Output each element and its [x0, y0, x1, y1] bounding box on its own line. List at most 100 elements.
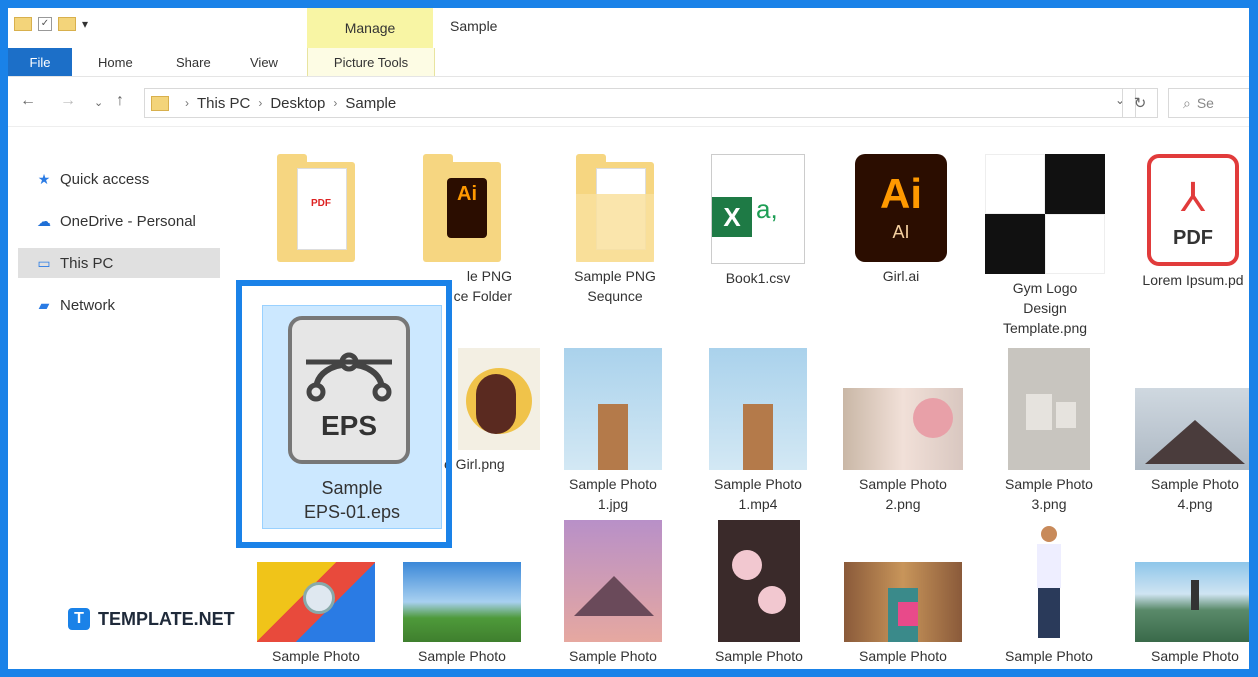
volcano-photo-thumbnail	[564, 520, 662, 642]
file-item[interactable]: X a, Book1.csv	[698, 154, 818, 288]
file-label: Sample Photo 1.mp4	[714, 476, 802, 512]
file-item[interactable]: ⅄ PDF Lorem Ipsum.pd	[1128, 154, 1249, 290]
file-label: Gym Logo Design Template.png	[1002, 280, 1088, 336]
search-input[interactable]: ⌕ Se	[1168, 88, 1249, 118]
title-bar: ✓ ▾ Manage Sample	[8, 8, 1249, 48]
file-item[interactable]: Sample PNG Sequnce	[556, 154, 674, 306]
file-item[interactable]: Sample Photo 3.png	[988, 348, 1110, 514]
network-icon: ▰	[38, 296, 50, 313]
address-path[interactable]: › This PC › Desktop › Sample ⌄	[144, 88, 1136, 118]
file-item[interactable]: Ai AI Girl.ai	[842, 154, 960, 286]
address-bar-row: ← → ⌄ ↑ › This PC › Desktop › Sample ⌄ ↻…	[8, 80, 1249, 127]
file-label: Sample Photo 7.png	[272, 648, 360, 677]
folder-icon	[576, 154, 654, 262]
breadcrumb-sample[interactable]: Sample	[345, 95, 396, 112]
woman-book-photo-thumbnail	[844, 562, 962, 642]
chevron-right-icon[interactable]: ›	[258, 96, 262, 110]
recent-locations-icon[interactable]: ⌄	[94, 96, 103, 109]
sidebar-item-onedrive[interactable]: ☁ OneDrive - Personal	[18, 206, 220, 236]
properties-icon[interactable]: ✓	[38, 17, 52, 31]
breadcrumb-this-pc[interactable]: This PC	[197, 95, 250, 112]
chevron-right-icon[interactable]: ›	[333, 96, 337, 110]
manage-contextual-tab[interactable]: Manage	[307, 8, 433, 48]
file-item[interactable]: Gym Logo Design Template.png	[980, 154, 1110, 338]
refresh-button[interactable]: ↻	[1122, 88, 1158, 118]
brand-text: TEMPLATE.NET	[98, 608, 235, 629]
explorer-window: ✓ ▾ Manage Sample File Home Share View P…	[0, 0, 1258, 677]
sidebar-item-label: Network	[60, 296, 116, 314]
file-item[interactable]: Sample Photo 11.jpg	[842, 562, 964, 677]
up-arrow-icon[interactable]: ↑	[116, 92, 124, 110]
window-title: Sample	[450, 18, 498, 34]
new-folder-icon[interactable]	[58, 17, 76, 31]
breadcrumb-desktop[interactable]: Desktop	[270, 95, 325, 112]
file-label: Sample Photo 12.jpg	[1005, 648, 1093, 677]
businessman-photo-thumbnail	[1019, 520, 1079, 642]
refresh-icon: ↻	[1133, 95, 1147, 112]
file-item[interactable]: Sample Photo 2.png	[842, 348, 964, 514]
file-item[interactable]: Sample Photo 1.jpg	[554, 348, 672, 514]
illustrator-file-icon: Ai AI	[855, 154, 947, 262]
file-label: Sample Photo 11.jpg	[859, 648, 947, 677]
file-item[interactable]: Sample Photo 12.jpg	[988, 520, 1110, 677]
tab-home[interactable]: Home	[98, 48, 133, 76]
sidebar-item-network[interactable]: ▰ Network	[18, 290, 220, 320]
file-item[interactable]: Sample Photo 1.mp4	[698, 348, 818, 514]
file-item[interactable]: Sample Photo 4.png	[1132, 348, 1249, 514]
template-logo-icon: T	[68, 608, 90, 630]
navigation-pane: ★ Quick access ☁ OneDrive - Personal ▭ T…	[8, 136, 222, 669]
sidebar-item-quick-access[interactable]: ★ Quick access	[18, 164, 220, 194]
sidebar-item-this-pc[interactable]: ▭ This PC	[18, 248, 220, 278]
sidebar-item-label: Quick access	[60, 170, 150, 188]
computer-icon: ▭	[37, 254, 51, 271]
file-item[interactable]: PDF	[270, 154, 362, 262]
abstract-photo-thumbnail	[257, 562, 375, 642]
tab-view[interactable]: View	[250, 48, 278, 76]
building-video-thumbnail	[709, 348, 807, 470]
file-label: Lorem Ipsum.pd	[1142, 272, 1244, 288]
ribbon-tabs: File Home Share View Picture Tools	[8, 48, 1249, 77]
template-net-watermark: T TEMPLATE.NET	[68, 608, 235, 630]
chevron-right-icon[interactable]: ›	[185, 96, 189, 110]
file-item[interactable]: Sample Photo 13.jpg	[1132, 562, 1249, 677]
file-item[interactable]: Sample Photo 10.jpg.png	[700, 520, 818, 677]
back-arrow-icon[interactable]: ←	[20, 92, 36, 110]
girl-illustration-thumbnail	[458, 348, 540, 450]
file-item[interactable]: Sample Photo 8.jpg	[400, 562, 524, 677]
search-placeholder: Se	[1196, 95, 1214, 111]
search-icon: ⌕	[1183, 94, 1191, 111]
file-label: Girl.ai	[882, 268, 920, 284]
forward-arrow-icon[interactable]: →	[60, 92, 76, 110]
pdf-file-icon: ⅄ PDF	[1147, 154, 1239, 266]
file-item[interactable]: Sample Photo 9.jpg	[554, 520, 672, 677]
flowers-hand-photo-thumbnail	[843, 388, 963, 470]
file-label: e Girl.png	[444, 456, 505, 472]
folder-icon[interactable]	[14, 17, 32, 31]
file-label: Sample Photo 10.jpg.png	[715, 648, 803, 677]
file-label: Book1.csv	[725, 270, 791, 286]
customize-dropdown-icon[interactable]: ▾	[82, 17, 88, 31]
file-label: Sample Photo 8.jpg	[418, 648, 506, 677]
folder-icon	[151, 95, 169, 111]
ai-folder-icon: Ai	[423, 154, 501, 262]
file-label: Sample Photo 9.jpg	[569, 648, 657, 677]
gray-frame-photo-thumbnail	[1008, 348, 1090, 470]
gym-logo-thumbnail	[985, 154, 1105, 274]
excel-csv-icon: X a,	[711, 154, 805, 264]
tab-share[interactable]: Share	[176, 48, 211, 76]
file-label: Sample Photo 3.png	[1005, 476, 1093, 512]
selection-highlight-box	[236, 280, 452, 548]
file-item[interactable]: Sample Photo 7.png	[254, 562, 378, 677]
file-label: Sample Photo 1.jpg	[569, 476, 657, 512]
file-label: Sample PNG Sequnce	[574, 268, 656, 304]
tab-file[interactable]: File	[8, 48, 72, 76]
file-item[interactable]: e Girl.png	[444, 348, 554, 474]
sky-field-photo-thumbnail	[403, 562, 521, 642]
file-label: Sample Photo 4.png	[1151, 476, 1239, 512]
star-icon: ★	[37, 170, 51, 187]
file-label: Sample Photo 13.jpg	[1151, 648, 1239, 677]
sidebar-item-label: OneDrive - Personal	[60, 212, 196, 230]
mountain-photo-thumbnail	[1135, 388, 1249, 470]
tab-picture-tools[interactable]: Picture Tools	[307, 48, 435, 76]
building-photo-thumbnail	[564, 348, 662, 470]
